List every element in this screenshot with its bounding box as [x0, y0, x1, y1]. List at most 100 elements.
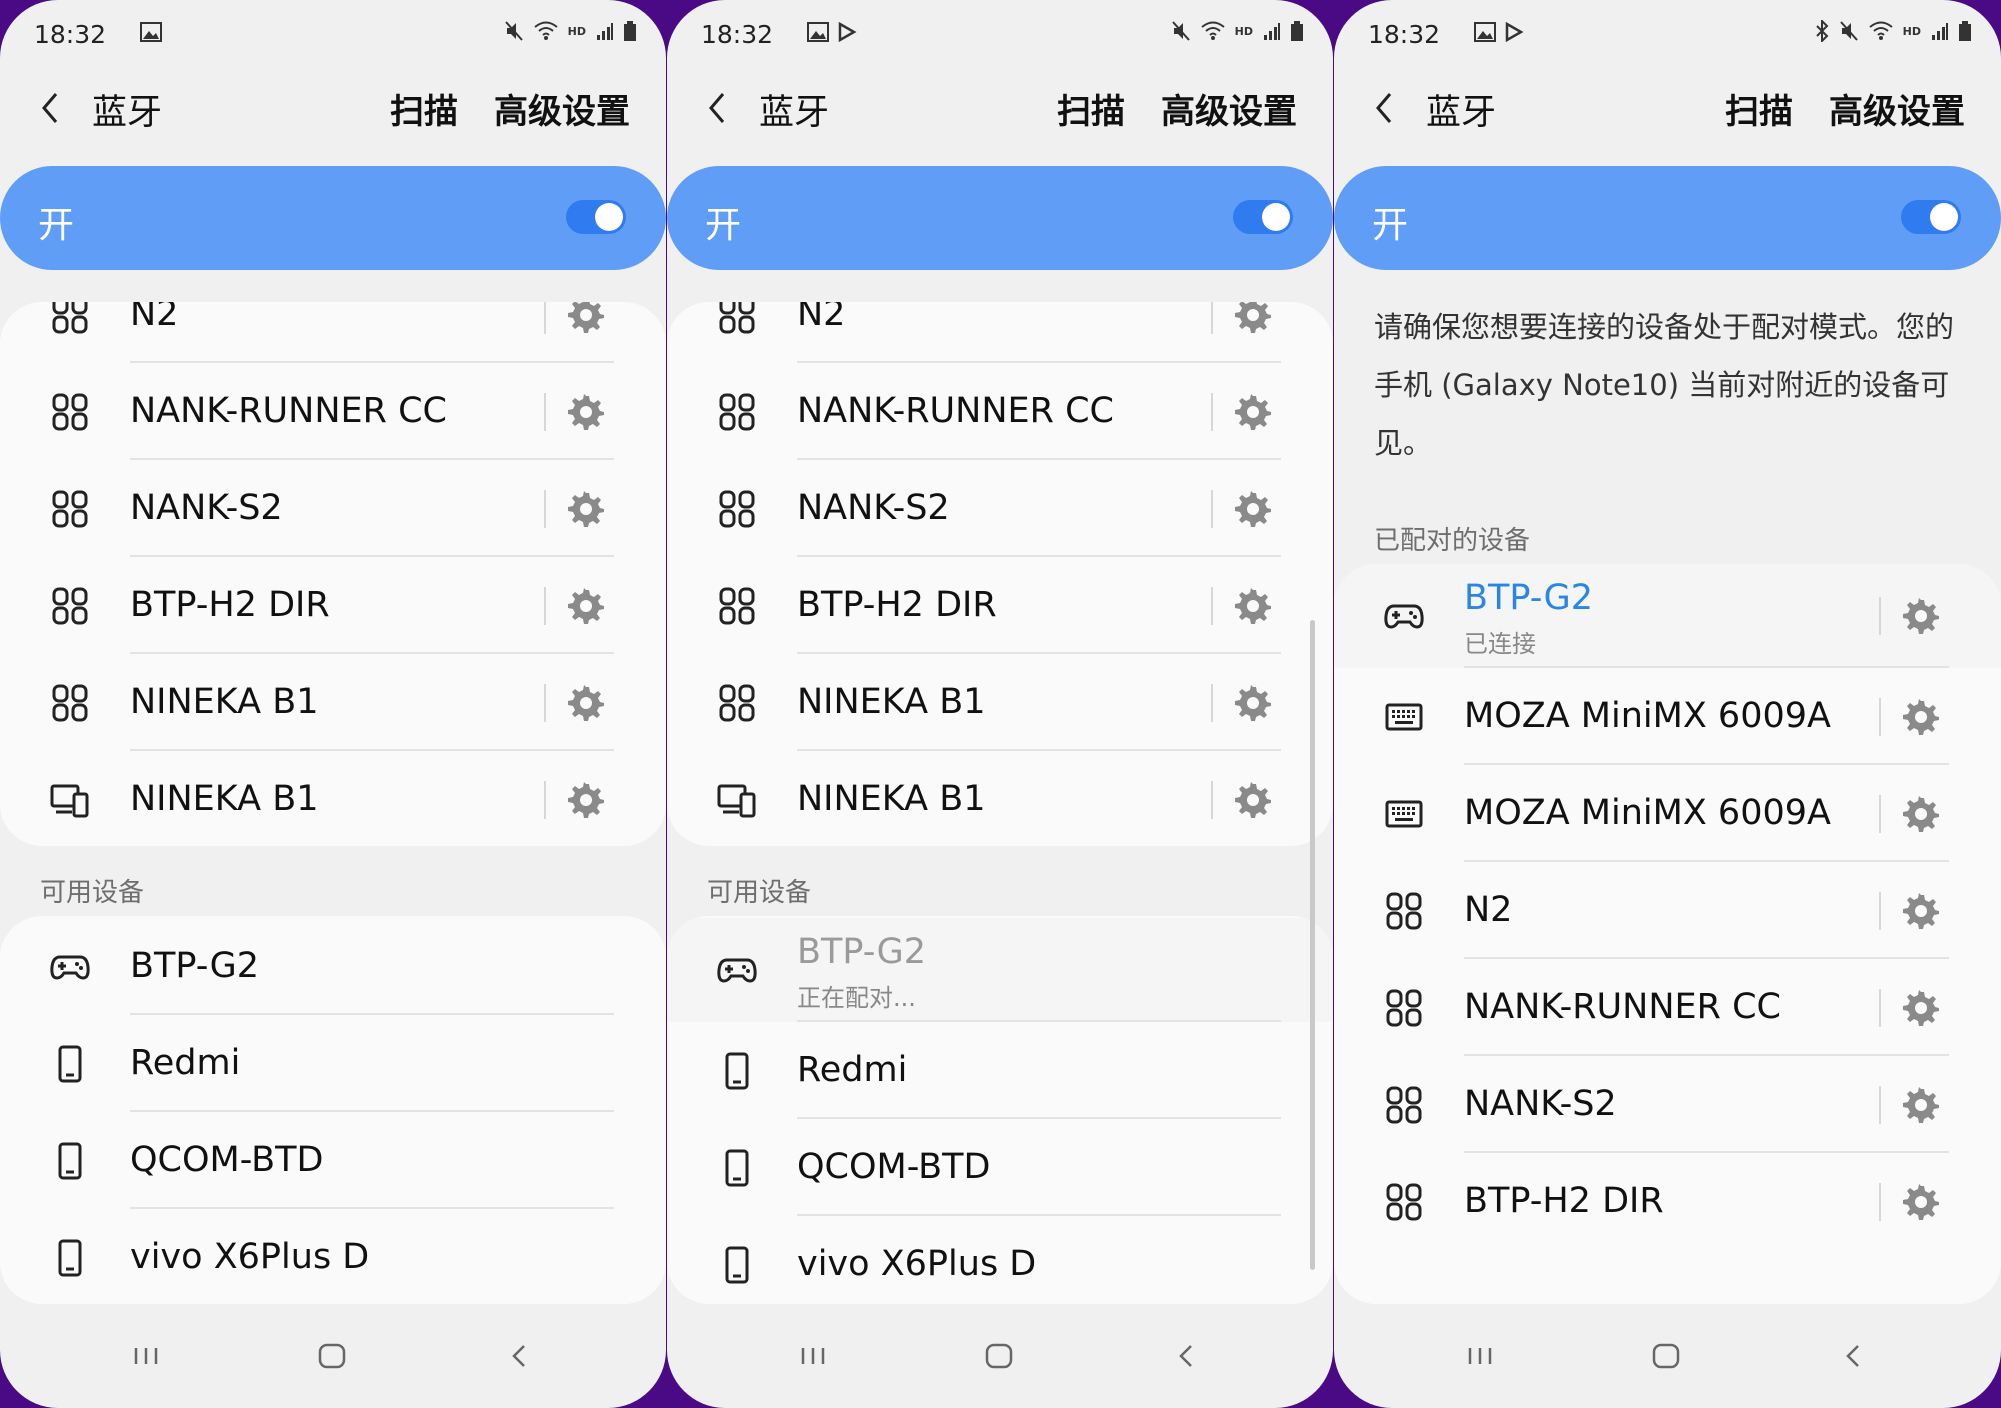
bluetooth-toggle[interactable]: [566, 200, 626, 234]
bluetooth-switch-bar[interactable]: 开: [0, 166, 666, 270]
mute-icon: [1171, 21, 1190, 41]
device-name: NINEKA B1: [797, 778, 986, 819]
device-row[interactable]: NANK-S2: [0, 460, 666, 557]
device-row[interactable]: NANK-RUNNER CC: [1334, 959, 2001, 1056]
recent-apps-icon[interactable]: [1460, 1336, 1500, 1376]
gamepad-icon: [1384, 596, 1424, 636]
scan-button[interactable]: 扫描: [1057, 84, 1125, 133]
settings-gear-icon[interactable]: [1235, 781, 1271, 818]
device-row[interactable]: BTP-H2 DIR: [667, 557, 1333, 654]
scan-button[interactable]: 扫描: [1725, 84, 1793, 133]
grid-device-icon: [717, 302, 757, 335]
device-row[interactable]: BTP-G2 正在配对...: [667, 918, 1333, 1022]
settings-gear-icon[interactable]: [568, 393, 604, 430]
bluetooth-toggle[interactable]: [1233, 200, 1293, 234]
device-row[interactable]: NINEKA B1: [0, 654, 666, 751]
divider: [1211, 780, 1213, 819]
device-row[interactable]: NANK-S2: [667, 460, 1333, 557]
device-row[interactable]: QCOM-BTD: [0, 1112, 666, 1209]
back-nav-icon[interactable]: [1167, 1336, 1207, 1376]
recent-apps-icon[interactable]: [793, 1336, 833, 1376]
hd-icon: HD: [1902, 24, 1921, 38]
home-icon[interactable]: [979, 1336, 1019, 1376]
settings-gear-icon[interactable]: [1903, 1086, 1939, 1123]
settings-gear-icon[interactable]: [568, 781, 604, 818]
settings-gear-icon[interactable]: [1903, 892, 1939, 929]
settings-gear-icon[interactable]: [1235, 587, 1271, 624]
image-icon: [140, 22, 162, 42]
device-row[interactable]: QCOM-BTD: [667, 1119, 1333, 1216]
device-row[interactable]: vivo X6Plus D: [0, 1209, 666, 1304]
switch-label: 开: [1372, 205, 1409, 246]
settings-gear-icon[interactable]: [568, 490, 604, 527]
toggle-knob: [595, 203, 623, 231]
scan-button[interactable]: 扫描: [390, 84, 458, 133]
device-row[interactable]: N2: [0, 302, 666, 363]
back-nav-icon[interactable]: [1834, 1336, 1874, 1376]
settings-gear-icon[interactable]: [1903, 1183, 1939, 1220]
device-row[interactable]: BTP-G2: [0, 918, 666, 1015]
home-icon[interactable]: [1646, 1336, 1686, 1376]
device-row[interactable]: N2: [1334, 862, 2001, 959]
app-bar: 蓝牙 扫描 高级设置: [0, 66, 666, 170]
settings-gear-icon[interactable]: [1903, 989, 1939, 1026]
device-row[interactable]: MOZA MiniMX 6009A: [1334, 765, 2001, 862]
settings-gear-icon[interactable]: [1903, 698, 1939, 735]
device-row[interactable]: Redmi: [0, 1015, 666, 1112]
phone-icon: [717, 1148, 757, 1188]
device-row[interactable]: NANK-RUNNER CC: [0, 363, 666, 460]
bluetooth-toggle[interactable]: [1901, 200, 1961, 234]
device-row[interactable]: NINEKA B1: [0, 751, 666, 846]
settings-gear-icon[interactable]: [1903, 598, 1939, 634]
back-arrow-icon[interactable]: [36, 88, 66, 128]
device-name: vivo X6Plus D: [797, 1243, 1037, 1284]
device-name: MOZA MiniMX 6009A: [1464, 695, 1831, 736]
settings-gear-icon[interactable]: [1903, 795, 1939, 832]
device-row[interactable]: N2: [667, 302, 1333, 363]
settings-gear-icon[interactable]: [1235, 490, 1271, 527]
settings-gear-icon[interactable]: [568, 587, 604, 624]
advanced-settings-button[interactable]: 高级设置: [1829, 84, 1965, 133]
bluetooth-switch-bar[interactable]: 开: [667, 166, 1333, 270]
advanced-settings-button[interactable]: 高级设置: [1161, 84, 1297, 133]
device-row[interactable]: NANK-S2: [1334, 1056, 2001, 1153]
settings-gear-icon[interactable]: [1235, 302, 1271, 333]
back-arrow-icon[interactable]: [703, 88, 733, 128]
device-name: QCOM-BTD: [797, 1146, 991, 1187]
phone-screen-2: 18:32 HD 蓝牙 扫描 高级设置 开 N2 NANK-RUNNER CC NA…: [667, 0, 1333, 1408]
bluetooth-switch-bar[interactable]: 开: [1334, 166, 2001, 270]
settings-gear-icon[interactable]: [568, 302, 604, 333]
divider: [1211, 586, 1213, 625]
settings-gear-icon[interactable]: [1235, 684, 1271, 721]
device-name: NANK-S2: [797, 487, 950, 528]
back-nav-icon[interactable]: [500, 1336, 540, 1376]
divider: [1879, 697, 1881, 736]
settings-gear-icon[interactable]: [568, 684, 604, 721]
back-arrow-icon[interactable]: [1370, 88, 1400, 128]
device-row[interactable]: MOZA MiniMX 6009A: [1334, 668, 2001, 765]
advanced-settings-button[interactable]: 高级设置: [494, 84, 630, 133]
divider: [1211, 683, 1213, 722]
recent-apps-icon[interactable]: [126, 1336, 166, 1376]
scrollbar[interactable]: [1310, 620, 1315, 1270]
device-row[interactable]: BTP-H2 DIR: [0, 557, 666, 654]
paired-devices-card: BTP-G2 已连接 MOZA MiniMX 6009A MOZA MiniMX 60…: [1334, 564, 2001, 1304]
device-name: Redmi: [130, 1042, 241, 1083]
device-row[interactable]: vivo X6Plus D: [667, 1216, 1333, 1304]
device-row[interactable]: BTP-H2 DIR: [1334, 1153, 2001, 1250]
settings-gear-icon[interactable]: [1235, 393, 1271, 430]
device-name: NINEKA B1: [130, 681, 319, 722]
signal-icon: [1932, 23, 1948, 40]
gamepad-icon: [50, 947, 90, 987]
hd-icon: HD: [1234, 24, 1253, 38]
paired-devices-card: N2 NANK-RUNNER CC NANK-S2 BTP-H2 DIR NINEKA …: [0, 302, 666, 846]
device-row[interactable]: NANK-RUNNER CC: [667, 363, 1333, 460]
device-row[interactable]: BTP-G2 已连接: [1334, 564, 2001, 668]
switch-label: 开: [705, 205, 742, 246]
divider: [1879, 988, 1881, 1027]
device-row[interactable]: Redmi: [667, 1022, 1333, 1119]
device-row[interactable]: NINEKA B1: [667, 751, 1333, 846]
device-row[interactable]: NINEKA B1: [667, 654, 1333, 751]
home-icon[interactable]: [312, 1336, 352, 1376]
device-name: Redmi: [797, 1049, 908, 1090]
